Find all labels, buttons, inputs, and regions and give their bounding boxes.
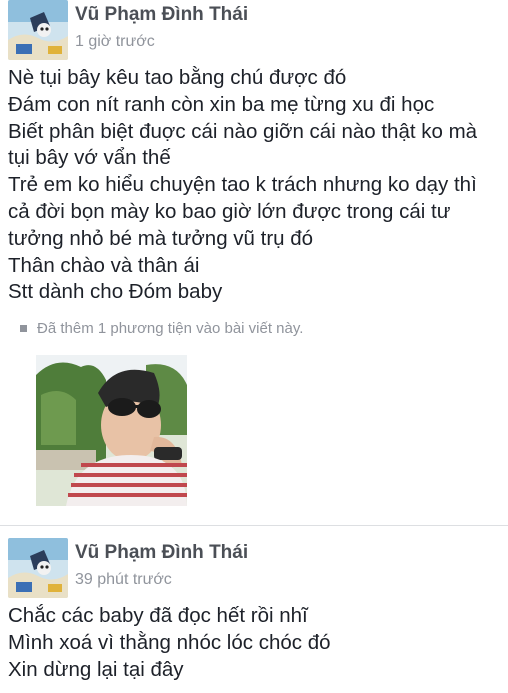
post-2: Vũ Phạm Đình Thái 39 phút trước Chắc các… [0,526,508,683]
author-name[interactable]: Vũ Phạm Đình Thái [75,541,248,565]
timestamp[interactable]: 1 giờ trước [75,31,248,53]
post-line: tụi bây vớ vẩn thế [8,146,171,170]
post-body: Chắc các baby đã đọc hết rồi nhĩ Mình xo… [8,603,500,683]
author-name[interactable]: Vũ Phạm Đình Thái [75,3,248,27]
post-1: Vũ Phạm Đình Thái 1 giờ trước Nè tụi bây… [0,0,508,507]
post-line: Đám con nít ranh còn xin ba mẹ từng xu đ… [8,92,435,116]
post-body: Nè tụi bây kêu tao bằng chú được đó Đám … [8,65,500,306]
author-meta: Vũ Phạm Đình Thái 1 giờ trước [75,0,248,53]
attachment-note: Đã thêm 1 phương tiện vào bài viết này. [20,320,500,337]
post-line: Xin dừng lại tại đây [8,657,184,681]
post-line: cả đời bọn mày ko bao giờ lớn được trong… [8,199,451,223]
post-line: Mình xoá vì thằng nhóc lóc chóc đó [8,630,331,654]
post-header: Vũ Phạm Đình Thái 1 giờ trước [8,0,500,60]
author-meta: Vũ Phạm Đình Thái 39 phút trước [75,538,248,591]
attached-photo[interactable] [36,355,187,507]
post-line: Chắc các baby đã đọc hết rồi nhĩ [8,604,308,628]
avatar[interactable] [8,538,68,599]
post-line: Biết phân biệt đuợc cái nào giỡn cái nào… [8,119,478,143]
avatar[interactable] [8,0,68,60]
bullet-icon [20,325,27,333]
post-header: Vũ Phạm Đình Thái 39 phút trước [8,538,500,599]
post-line: Stt dành cho Đóm baby [8,280,223,304]
post-line: tưởng nhỏ bé mà tưởng vũ trụ đó [8,226,314,250]
post-line: Thân chào và thân ái [8,253,200,277]
timestamp[interactable]: 39 phút trước [75,569,248,591]
attachment-note-text: Đã thêm 1 phương tiện vào bài viết này. [37,320,304,338]
post-line: Nè tụi bây kêu tao bằng chú được đó [8,66,347,89]
post-line: Trẻ em ko hiểu chuyện tao k trách nhưng … [8,173,477,197]
